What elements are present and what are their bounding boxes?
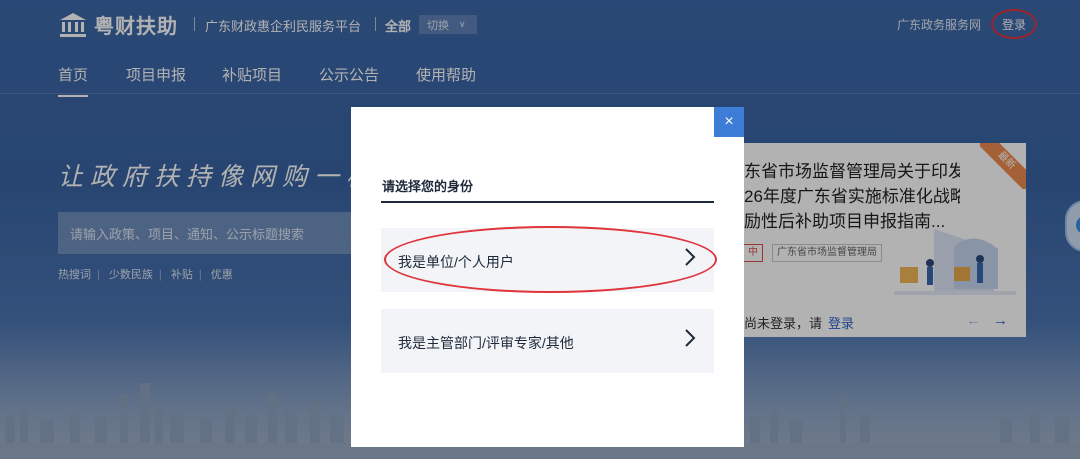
option-label: 我是单位/个人用户 <box>398 254 514 270</box>
identity-select-dialog: × 请选择您的身份 我是单位/个人用户 我是主管部门/评审专家/其他 <box>351 107 744 447</box>
option-department-expert-other[interactable]: 我是主管部门/评审专家/其他 <box>381 309 714 373</box>
close-button[interactable]: × <box>714 107 744 137</box>
title-underline <box>381 201 714 203</box>
option-unit-personal-user[interactable]: 我是单位/个人用户 <box>381 228 714 292</box>
chevron-right-icon <box>685 248 696 266</box>
option-label: 我是主管部门/评审专家/其他 <box>398 335 574 351</box>
chevron-right-icon <box>685 329 696 347</box>
close-icon: × <box>724 113 734 130</box>
dialog-title: 请选择您的身份 <box>382 179 474 194</box>
